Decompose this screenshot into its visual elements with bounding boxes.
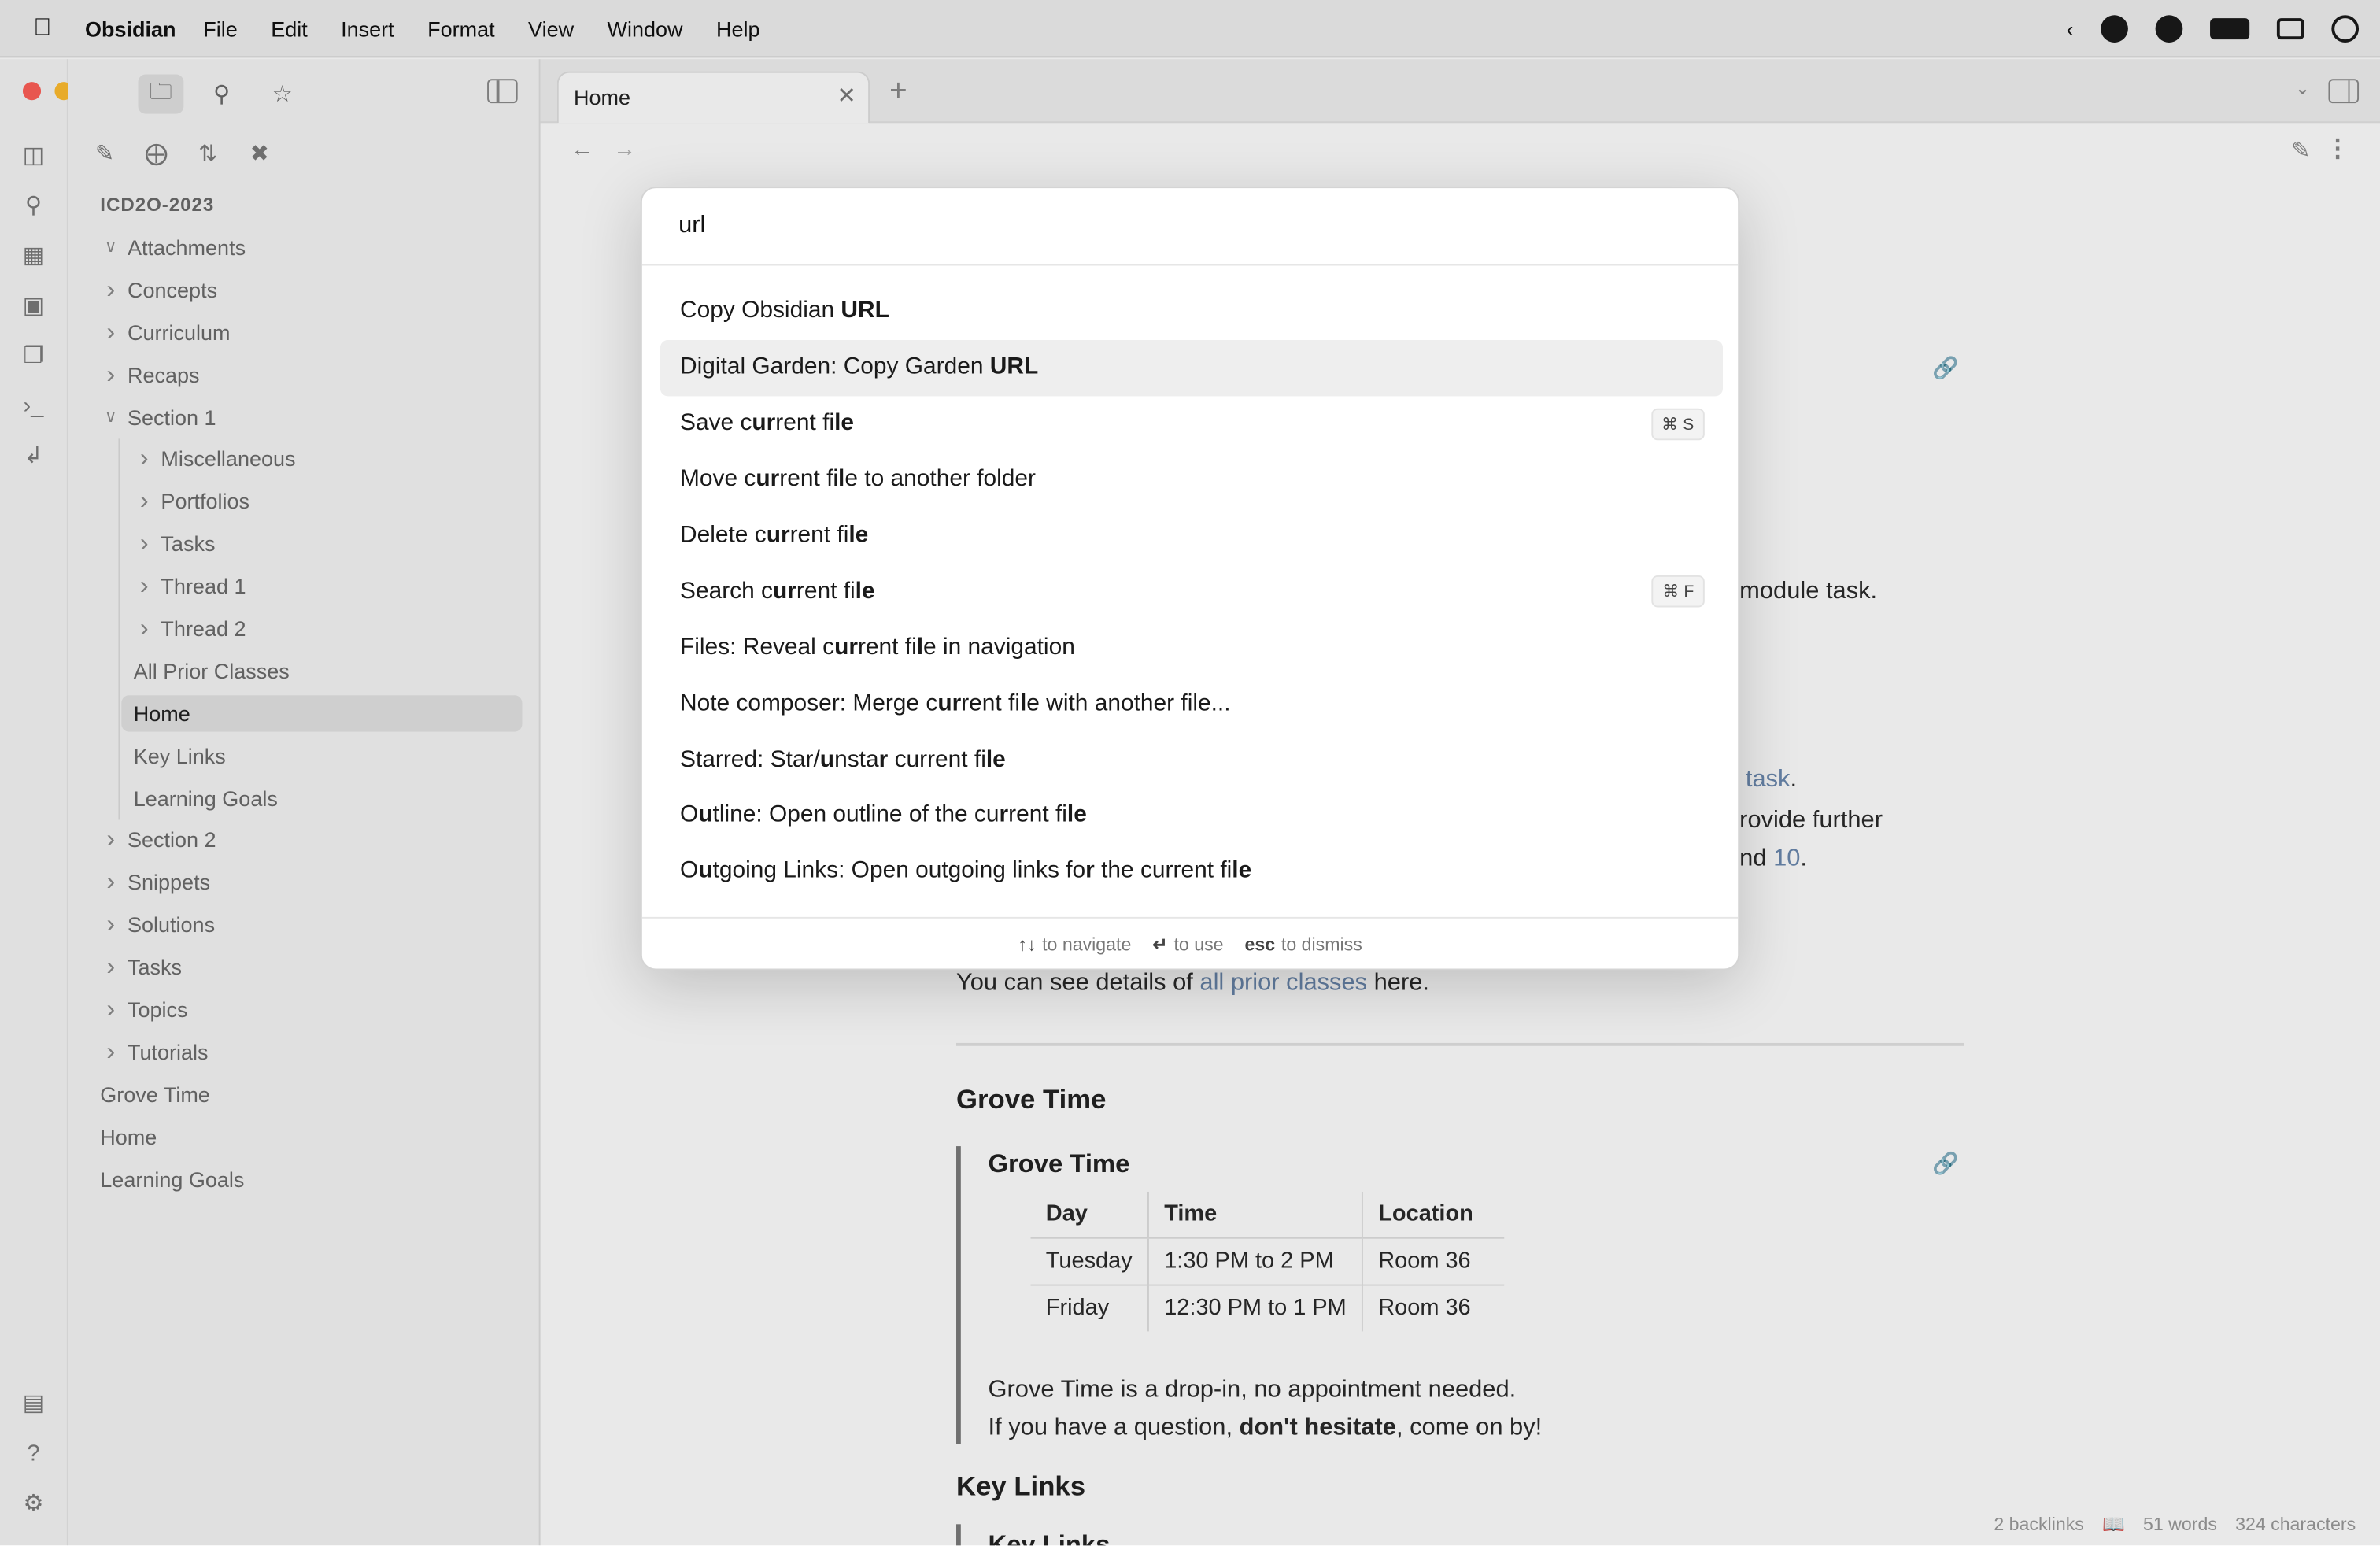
command-suggestion[interactable]: Digital Garden: Copy Garden URL [660,339,1723,396]
suggestion-label: Outgoing Links: Open outgoing links for … [680,858,1252,885]
command-suggestion[interactable]: Outline: Open outline of the current fil… [660,788,1723,844]
suggestion-label: Move current file to another folder [680,466,1036,493]
command-search-input[interactable] [641,188,1739,266]
instruction-item: ↑↓ to navigate [1018,933,1132,955]
command-suggestion[interactable]: Move current file to another folder [660,452,1723,508]
palette-instructions: ↑↓ to navigate ↵ to use esc to dismiss [641,916,1739,969]
suggestion-label: Starred: Star/unstar current file [680,746,1006,772]
suggestion-label: Delete current file [680,522,869,549]
suggestion-label: Search current file [680,578,875,605]
suggestion-label: Save current file [680,410,855,436]
suggestion-label: Copy Obsidian URL [680,298,889,324]
instruction-item: ↵ to use [1152,933,1224,955]
command-suggestion[interactable]: Note composer: Merge current file with a… [660,676,1723,732]
command-suggestion[interactable]: Delete current file [660,508,1723,564]
instruction-item: esc to dismiss [1244,933,1362,955]
command-suggestions: Copy Obsidian URL Digital Garden: Copy Ga… [660,284,1723,901]
command-suggestion[interactable]: Copy Obsidian URL [660,284,1723,340]
command-suggestion[interactable]: Files: Reveal current file in navigation [660,620,1723,676]
command-suggestion[interactable]: Starred: Star/unstar current file [660,732,1723,788]
command-suggestion[interactable]: Outgoing Links: Open outgoing links for … [660,844,1723,900]
suggestion-label: Files: Reveal current file in navigation [680,634,1075,660]
hotkey-badge: ⌘ S [1650,408,1705,440]
command-suggestion[interactable]: Save current file ⌘ S [660,396,1723,452]
suggestion-label: Digital Garden: Copy Garden URL [680,353,1039,380]
hotkey-badge: ⌘ F [1651,575,1705,608]
suggestion-label: Outline: Open outline of the current fil… [680,802,1087,828]
command-palette: Copy Obsidian URL Digital Garden: Copy Ga… [640,187,1740,971]
command-suggestion[interactable]: Search current file ⌘ F [660,564,1723,620]
suggestion-label: Note composer: Merge current file with a… [680,690,1231,716]
